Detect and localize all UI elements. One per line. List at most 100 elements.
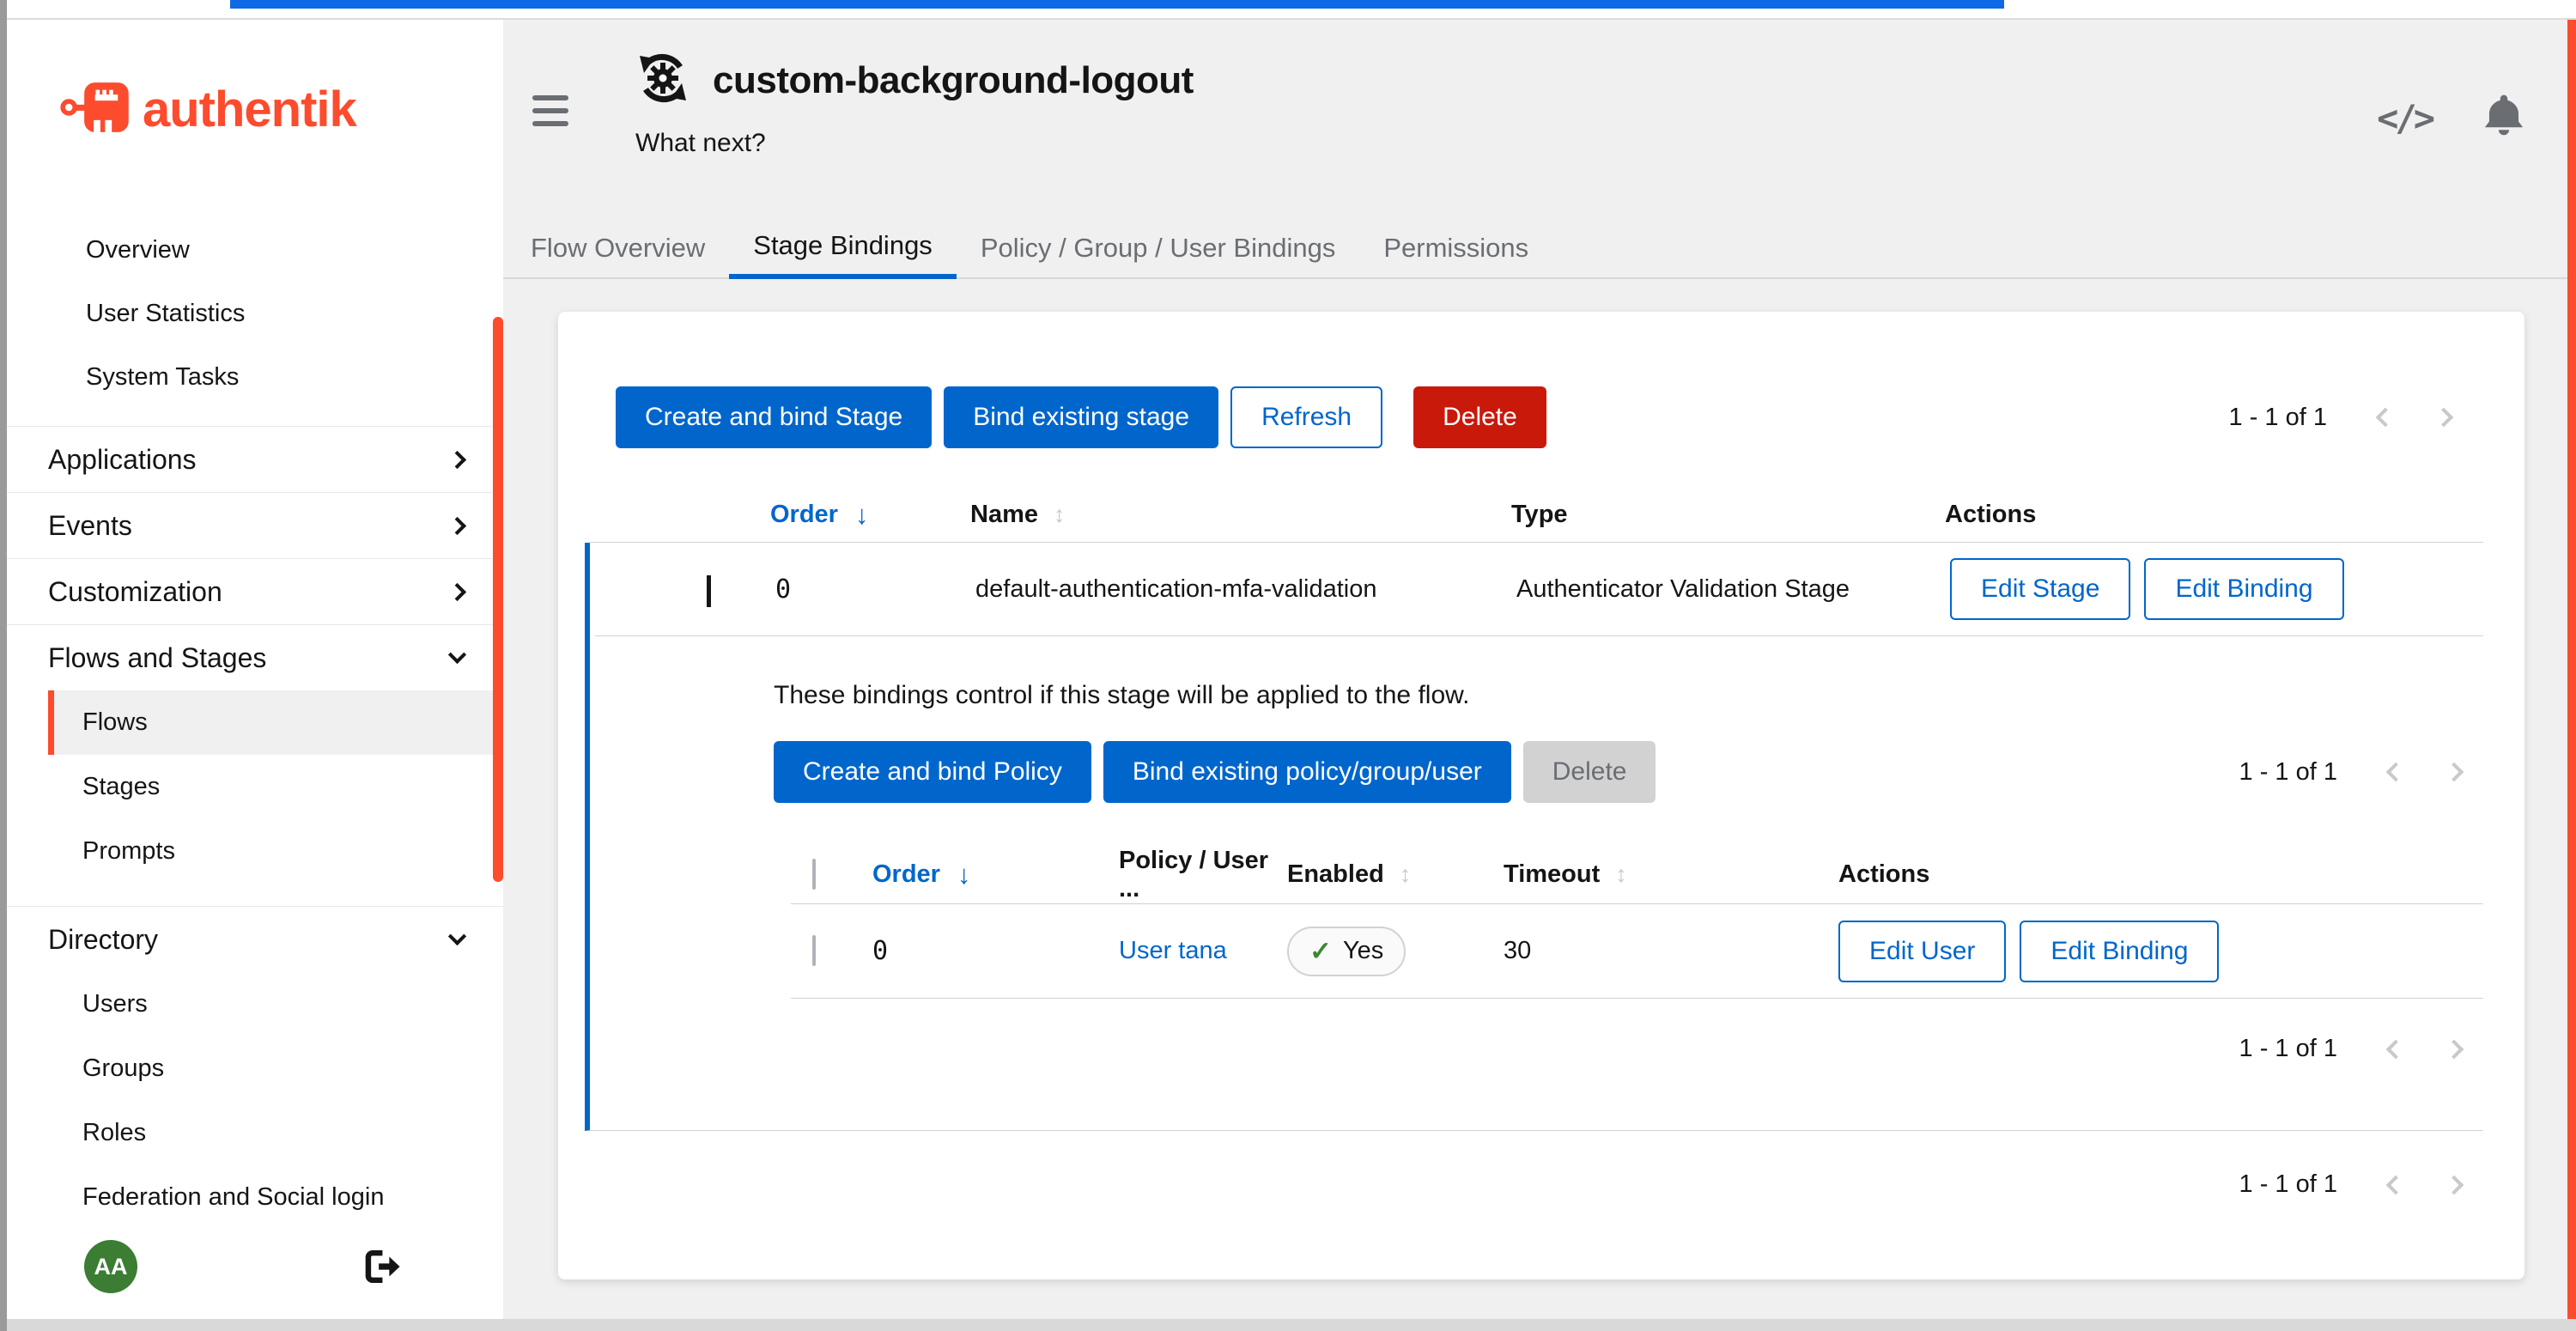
stage-bindings-card: Create and bind Stage Bind existing stag…: [558, 312, 2524, 1279]
enabled-badge-label: Yes: [1343, 937, 1383, 965]
tab-flow-overview[interactable]: Flow Overview: [507, 217, 729, 279]
column-header-type: Type: [1511, 501, 1945, 529]
sidebar-item-users[interactable]: Users: [7, 972, 503, 1036]
authentik-logo[interactable]: authentik: [7, 20, 503, 143]
tab-permissions[interactable]: Permissions: [1359, 217, 1552, 279]
tab-policy-group-user-bindings[interactable]: Policy / Group / User Bindings: [957, 217, 1360, 279]
column-header-enabled[interactable]: Enabled ↕: [1287, 860, 1504, 889]
sidebar-item-overview[interactable]: Overview: [7, 218, 503, 282]
sidebar-toggle-button[interactable]: [532, 95, 570, 134]
sidebar-item-roles[interactable]: Roles: [7, 1101, 503, 1165]
what-next-link[interactable]: What next?: [635, 129, 1194, 158]
select-all-checkbox[interactable]: [812, 859, 816, 890]
column-label: Enabled: [1287, 860, 1384, 889]
pagination-next-button[interactable]: [2425, 1178, 2483, 1192]
edit-binding-button[interactable]: Edit Binding: [2020, 921, 2219, 982]
chevron-right-icon: [2445, 1039, 2464, 1059]
pagination-prev-button[interactable]: [2366, 1178, 2425, 1192]
sidebar-item-prompts[interactable]: Prompts: [7, 819, 503, 884]
timeout-value: 30: [1504, 937, 1838, 965]
sidebar-group-customization[interactable]: Customization: [7, 558, 503, 624]
edit-stage-button[interactable]: Edit Stage: [1950, 558, 2130, 620]
column-header-order[interactable]: Order ↓: [872, 860, 1119, 890]
sidebar-group-flows-and-stages[interactable]: Flows and Stages: [7, 624, 503, 690]
stage-table-header: Order ↓ Name ↕ Type Actions: [590, 488, 2483, 543]
page-header: custom-background-logout What next?: [635, 51, 1194, 158]
column-header-actions: Actions: [1945, 501, 2483, 529]
create-and-bind-stage-button[interactable]: Create and bind Stage: [616, 386, 932, 448]
chevron-right-icon: [448, 450, 466, 468]
column-label: Timeout: [1504, 860, 1600, 889]
flow-icon: [635, 51, 690, 110]
sidebar-group-directory[interactable]: Directory: [7, 906, 503, 972]
sidebar-group-label: Customization: [48, 576, 222, 608]
sidebar: authentik Overview User Statistics Syste…: [7, 20, 503, 1319]
column-header-name[interactable]: Name ↕: [970, 501, 1511, 529]
api-browser-icon[interactable]: </>: [2377, 97, 2432, 139]
column-header-order[interactable]: Order ↓: [770, 500, 970, 531]
stage-order-value: 0: [775, 574, 975, 605]
column-header-policy-user: Policy / User ...: [1119, 847, 1287, 903]
bind-existing-policy-button[interactable]: Bind existing policy/group/user: [1103, 741, 1511, 803]
pagination-prev-button[interactable]: [2366, 1042, 2425, 1056]
create-and-bind-policy-button[interactable]: Create and bind Policy: [774, 741, 1091, 803]
sidebar-scrollbar[interactable]: [493, 317, 503, 882]
page-title: custom-background-logout: [713, 59, 1194, 102]
sidebar-group-events[interactable]: Events: [7, 492, 503, 558]
collapse-row-chevron-icon[interactable]: [707, 575, 711, 607]
sidebar-item-user-statistics[interactable]: User Statistics: [7, 282, 503, 345]
avatar[interactable]: AA: [84, 1240, 137, 1293]
chevron-right-icon: [2445, 763, 2464, 782]
sidebar-item-flows[interactable]: Flows: [48, 690, 503, 755]
sort-icon: ↕: [1615, 861, 1627, 888]
tab-stage-bindings[interactable]: Stage Bindings: [729, 217, 957, 279]
pagination-next-button[interactable]: [2425, 765, 2483, 779]
sidebar-group-applications[interactable]: Applications: [7, 426, 503, 492]
pagination-next-button[interactable]: [2415, 410, 2473, 424]
sidebar-group-label: Directory: [48, 924, 158, 956]
check-icon: ✓: [1309, 936, 1332, 967]
sign-out-icon[interactable]: [361, 1247, 401, 1291]
chevron-down-icon: [448, 927, 466, 945]
stage-toolbar: Create and bind Stage Bind existing stag…: [616, 386, 2473, 448]
chevron-left-icon: [2386, 1175, 2406, 1194]
edit-binding-button[interactable]: Edit Binding: [2144, 558, 2343, 620]
bind-existing-stage-button[interactable]: Bind existing stage: [944, 386, 1218, 448]
chevron-left-icon: [2386, 1039, 2406, 1059]
delete-policy-binding-button[interactable]: Delete: [1523, 741, 1656, 803]
policy-table-header: Order ↓ Policy / User ... Enabled ↕ Time…: [791, 846, 2483, 904]
stage-binding-row: 0 default-authentication-mfa-validation …: [595, 543, 2483, 636]
pagination-range: 1 - 1 of 1: [2239, 1035, 2337, 1063]
page-scrollbar[interactable]: [2567, 20, 2576, 1319]
pagination-next-button[interactable]: [2425, 1042, 2483, 1056]
authentik-logo-text: authentik: [143, 81, 356, 138]
chevron-right-icon: [2434, 408, 2454, 428]
main-area: custom-background-logout What next? </> …: [503, 20, 2567, 1319]
column-label: Name: [970, 501, 1038, 529]
user-tana-link[interactable]: User tana: [1119, 937, 1227, 964]
bindings-description: These bindings control if this stage wil…: [774, 681, 2483, 710]
sidebar-item-groups[interactable]: Groups: [7, 1036, 503, 1101]
pagination-range: 1 - 1 of 1: [2239, 1170, 2337, 1199]
sidebar-item-stages[interactable]: Stages: [7, 755, 503, 819]
notifications-bell-icon[interactable]: [2482, 92, 2526, 144]
delete-button[interactable]: Delete: [1413, 386, 1546, 448]
sidebar-item-federation-social-login[interactable]: Federation and Social login: [7, 1165, 503, 1230]
header-icons: </>: [2377, 92, 2526, 144]
sidebar-group-label: Events: [48, 510, 132, 542]
refresh-button[interactable]: Refresh: [1230, 386, 1382, 448]
pagination-prev-button[interactable]: [2356, 410, 2415, 424]
row-checkbox[interactable]: [812, 935, 816, 966]
pagination-prev-button[interactable]: [2366, 765, 2425, 779]
sort-desc-icon: ↓: [957, 860, 971, 890]
chevron-down-icon: [448, 645, 466, 663]
policy-pagination-bottom: 1 - 1 of 1: [2239, 1035, 2483, 1063]
page-load-progress-bar: [230, 0, 2004, 9]
edit-user-button[interactable]: Edit User: [1838, 921, 2006, 982]
sidebar-item-system-tasks[interactable]: System Tasks: [7, 345, 503, 409]
window-bottom-edge: [7, 1319, 2576, 1331]
column-label: Order: [872, 860, 940, 889]
policy-order-value: 0: [872, 936, 1119, 966]
column-header-timeout[interactable]: Timeout ↕: [1504, 860, 1838, 889]
stage-type-value: Authenticator Validation Stage: [1516, 575, 1950, 604]
